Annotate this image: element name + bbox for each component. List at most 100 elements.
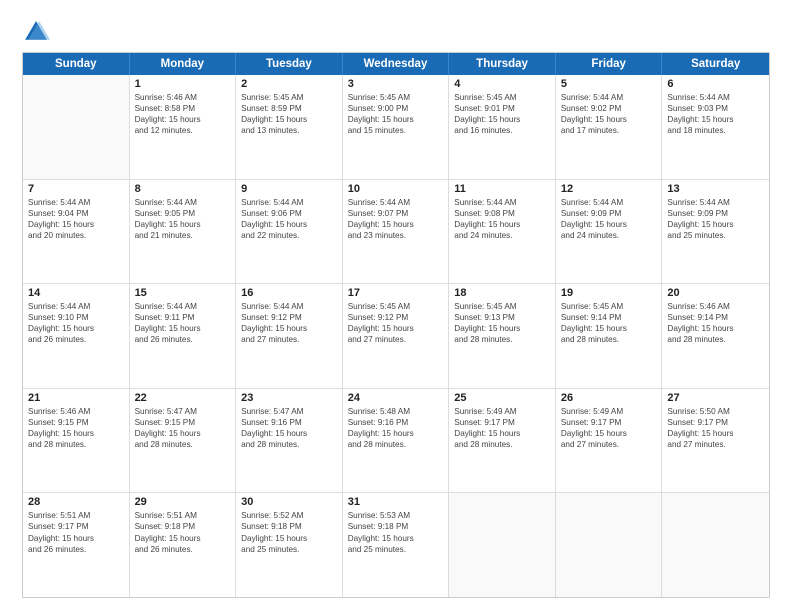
header <box>22 18 770 46</box>
day-info: Sunrise: 5:49 AMSunset: 9:17 PMDaylight:… <box>454 406 550 450</box>
calendar-week-4: 21 Sunrise: 5:46 AMSunset: 9:15 PMDayligh… <box>23 389 769 494</box>
day-number: 9 <box>241 183 337 195</box>
header-day-tuesday: Tuesday <box>236 53 343 75</box>
day-info: Sunrise: 5:47 AMSunset: 9:15 PMDaylight:… <box>135 406 231 450</box>
day-number: 29 <box>135 496 231 508</box>
day-number: 8 <box>135 183 231 195</box>
logo <box>22 18 54 46</box>
day-number: 20 <box>667 287 764 299</box>
header-day-sunday: Sunday <box>23 53 130 75</box>
day-number: 23 <box>241 392 337 404</box>
day-info: Sunrise: 5:53 AMSunset: 9:18 PMDaylight:… <box>348 510 444 554</box>
day-cell-31: 31 Sunrise: 5:53 AMSunset: 9:18 PMDayligh… <box>343 493 450 597</box>
day-cell-18: 18 Sunrise: 5:45 AMSunset: 9:13 PMDayligh… <box>449 284 556 388</box>
day-cell-14: 14 Sunrise: 5:44 AMSunset: 9:10 PMDayligh… <box>23 284 130 388</box>
calendar-week-3: 14 Sunrise: 5:44 AMSunset: 9:10 PMDayligh… <box>23 284 769 389</box>
header-day-monday: Monday <box>130 53 237 75</box>
day-number: 31 <box>348 496 444 508</box>
day-info: Sunrise: 5:47 AMSunset: 9:16 PMDaylight:… <box>241 406 337 450</box>
day-cell-24: 24Sunrise: 5:48 AMSunset: 9:16 PMDayligh… <box>343 389 450 493</box>
day-number: 1 <box>135 78 231 90</box>
day-number: 16 <box>241 287 337 299</box>
day-cell-17: 17 Sunrise: 5:45 AMSunset: 9:12 PMDayligh… <box>343 284 450 388</box>
day-number: 18 <box>454 287 550 299</box>
day-number: 2 <box>241 78 337 90</box>
day-number: 10 <box>348 183 444 195</box>
day-info: Sunrise: 5:45 AMSunset: 9:14 PMDaylight:… <box>561 301 657 345</box>
day-cell-22: 22 Sunrise: 5:47 AMSunset: 9:15 PMDayligh… <box>130 389 237 493</box>
empty-cell <box>662 493 769 597</box>
day-info: Sunrise: 5:44 AMSunset: 9:07 PMDaylight:… <box>348 197 444 241</box>
calendar-week-2: 7 Sunrise: 5:44 AMSunset: 9:04 PMDaylight… <box>23 180 769 285</box>
day-info: Sunrise: 5:49 AMSunset: 9:17 PMDaylight:… <box>561 406 657 450</box>
logo-icon <box>22 18 50 46</box>
day-cell-3: 3Sunrise: 5:45 AMSunset: 9:00 PMDaylight… <box>343 75 450 179</box>
day-cell-23: 23 Sunrise: 5:47 AMSunset: 9:16 PMDayligh… <box>236 389 343 493</box>
day-number: 26 <box>561 392 657 404</box>
day-cell-16: 16Sunrise: 5:44 AMSunset: 9:12 PMDayligh… <box>236 284 343 388</box>
day-cell-26: 26 Sunrise: 5:49 AMSunset: 9:17 PMDayligh… <box>556 389 663 493</box>
day-info: Sunrise: 5:45 AMSunset: 9:12 PMDaylight:… <box>348 301 444 345</box>
day-info: Sunrise: 5:44 AMSunset: 9:06 PMDaylight:… <box>241 197 337 241</box>
day-cell-15: 15Sunrise: 5:44 AMSunset: 9:11 PMDayligh… <box>130 284 237 388</box>
day-number: 21 <box>28 392 124 404</box>
day-number: 28 <box>28 496 124 508</box>
day-cell-5: 5 Sunrise: 5:44 AMSunset: 9:02 PMDaylight… <box>556 75 663 179</box>
empty-cell <box>556 493 663 597</box>
day-info: Sunrise: 5:44 AMSunset: 9:11 PMDaylight:… <box>135 301 231 345</box>
day-cell-8: 8 Sunrise: 5:44 AMSunset: 9:05 PMDaylight… <box>130 180 237 284</box>
day-info: Sunrise: 5:44 AMSunset: 9:09 PMDaylight:… <box>561 197 657 241</box>
day-number: 7 <box>28 183 124 195</box>
day-number: 14 <box>28 287 124 299</box>
day-number: 11 <box>454 183 550 195</box>
day-info: Sunrise: 5:44 AMSunset: 9:08 PMDaylight:… <box>454 197 550 241</box>
day-cell-10: 10 Sunrise: 5:44 AMSunset: 9:07 PMDayligh… <box>343 180 450 284</box>
day-info: Sunrise: 5:44 AMSunset: 9:03 PMDaylight:… <box>667 92 764 136</box>
day-number: 30 <box>241 496 337 508</box>
calendar-body: 1Sunrise: 5:46 AMSunset: 8:58 PMDaylight… <box>23 75 769 597</box>
day-number: 27 <box>667 392 764 404</box>
day-cell-19: 19Sunrise: 5:45 AMSunset: 9:14 PMDayligh… <box>556 284 663 388</box>
header-day-thursday: Thursday <box>449 53 556 75</box>
day-cell-1: 1Sunrise: 5:46 AMSunset: 8:58 PMDaylight… <box>130 75 237 179</box>
day-cell-2: 2 Sunrise: 5:45 AMSunset: 8:59 PMDaylight… <box>236 75 343 179</box>
day-cell-9: 9 Sunrise: 5:44 AMSunset: 9:06 PMDaylight… <box>236 180 343 284</box>
day-cell-29: 29 Sunrise: 5:51 AMSunset: 9:18 PMDayligh… <box>130 493 237 597</box>
day-cell-13: 13Sunrise: 5:44 AMSunset: 9:09 PMDayligh… <box>662 180 769 284</box>
day-info: Sunrise: 5:44 AMSunset: 9:04 PMDaylight:… <box>28 197 124 241</box>
day-number: 13 <box>667 183 764 195</box>
day-info: Sunrise: 5:44 AMSunset: 9:10 PMDaylight:… <box>28 301 124 345</box>
day-cell-20: 20Sunrise: 5:46 AMSunset: 9:14 PMDayligh… <box>662 284 769 388</box>
day-info: Sunrise: 5:50 AMSunset: 9:17 PMDaylight:… <box>667 406 764 450</box>
calendar-header: SundayMondayTuesdayWednesdayThursdayFrid… <box>23 53 769 75</box>
day-number: 17 <box>348 287 444 299</box>
day-cell-25: 25Sunrise: 5:49 AMSunset: 9:17 PMDayligh… <box>449 389 556 493</box>
day-info: Sunrise: 5:46 AMSunset: 9:15 PMDaylight:… <box>28 406 124 450</box>
day-info: Sunrise: 5:45 AMSunset: 9:13 PMDaylight:… <box>454 301 550 345</box>
day-number: 4 <box>454 78 550 90</box>
day-cell-4: 4 Sunrise: 5:45 AMSunset: 9:01 PMDaylight… <box>449 75 556 179</box>
day-info: Sunrise: 5:48 AMSunset: 9:16 PMDaylight:… <box>348 406 444 450</box>
calendar-week-5: 28 Sunrise: 5:51 AMSunset: 9:17 PMDayligh… <box>23 493 769 597</box>
day-info: Sunrise: 5:52 AMSunset: 9:18 PMDaylight:… <box>241 510 337 554</box>
day-cell-28: 28 Sunrise: 5:51 AMSunset: 9:17 PMDayligh… <box>23 493 130 597</box>
empty-cell <box>23 75 130 179</box>
day-cell-27: 27 Sunrise: 5:50 AMSunset: 9:17 PMDayligh… <box>662 389 769 493</box>
day-info: Sunrise: 5:51 AMSunset: 9:17 PMDaylight:… <box>28 510 124 554</box>
day-cell-21: 21 Sunrise: 5:46 AMSunset: 9:15 PMDayligh… <box>23 389 130 493</box>
day-info: Sunrise: 5:44 AMSunset: 9:02 PMDaylight:… <box>561 92 657 136</box>
day-number: 5 <box>561 78 657 90</box>
header-day-saturday: Saturday <box>662 53 769 75</box>
day-info: Sunrise: 5:44 AMSunset: 9:05 PMDaylight:… <box>135 197 231 241</box>
header-day-friday: Friday <box>556 53 663 75</box>
calendar-week-1: 1Sunrise: 5:46 AMSunset: 8:58 PMDaylight… <box>23 75 769 180</box>
day-info: Sunrise: 5:51 AMSunset: 9:18 PMDaylight:… <box>135 510 231 554</box>
day-info: Sunrise: 5:45 AMSunset: 8:59 PMDaylight:… <box>241 92 337 136</box>
day-cell-7: 7 Sunrise: 5:44 AMSunset: 9:04 PMDaylight… <box>23 180 130 284</box>
day-info: Sunrise: 5:45 AMSunset: 9:01 PMDaylight:… <box>454 92 550 136</box>
day-number: 12 <box>561 183 657 195</box>
day-info: Sunrise: 5:45 AMSunset: 9:00 PMDaylight:… <box>348 92 444 136</box>
day-number: 22 <box>135 392 231 404</box>
page: SundayMondayTuesdayWednesdayThursdayFrid… <box>0 0 792 612</box>
day-cell-12: 12 Sunrise: 5:44 AMSunset: 9:09 PMDayligh… <box>556 180 663 284</box>
